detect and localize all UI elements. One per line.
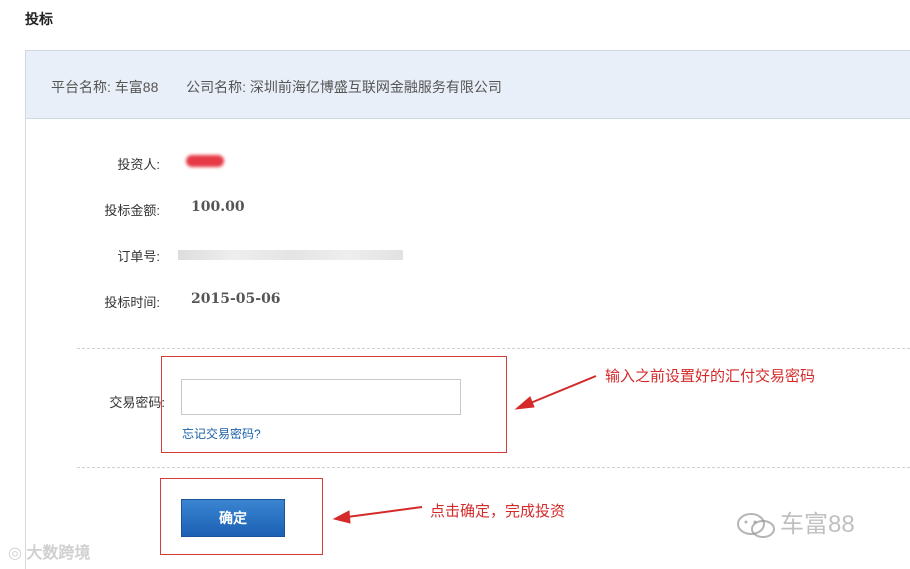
confirm-annotation: 点击确定，完成投资 bbox=[430, 503, 566, 520]
watermark-logo-icon: ◎ bbox=[8, 545, 27, 562]
watermark-left: ◎ 大数跨境 bbox=[8, 545, 91, 562]
watermark-right: 车富88 bbox=[736, 504, 855, 540]
arrow-icon bbox=[332, 506, 423, 524]
password-annotation: 输入之前设置好的汇付交易密码 bbox=[605, 368, 816, 385]
arrow-icon bbox=[514, 375, 597, 410]
wechat-icon bbox=[737, 512, 775, 538]
annotation-arrows bbox=[332, 375, 597, 524]
